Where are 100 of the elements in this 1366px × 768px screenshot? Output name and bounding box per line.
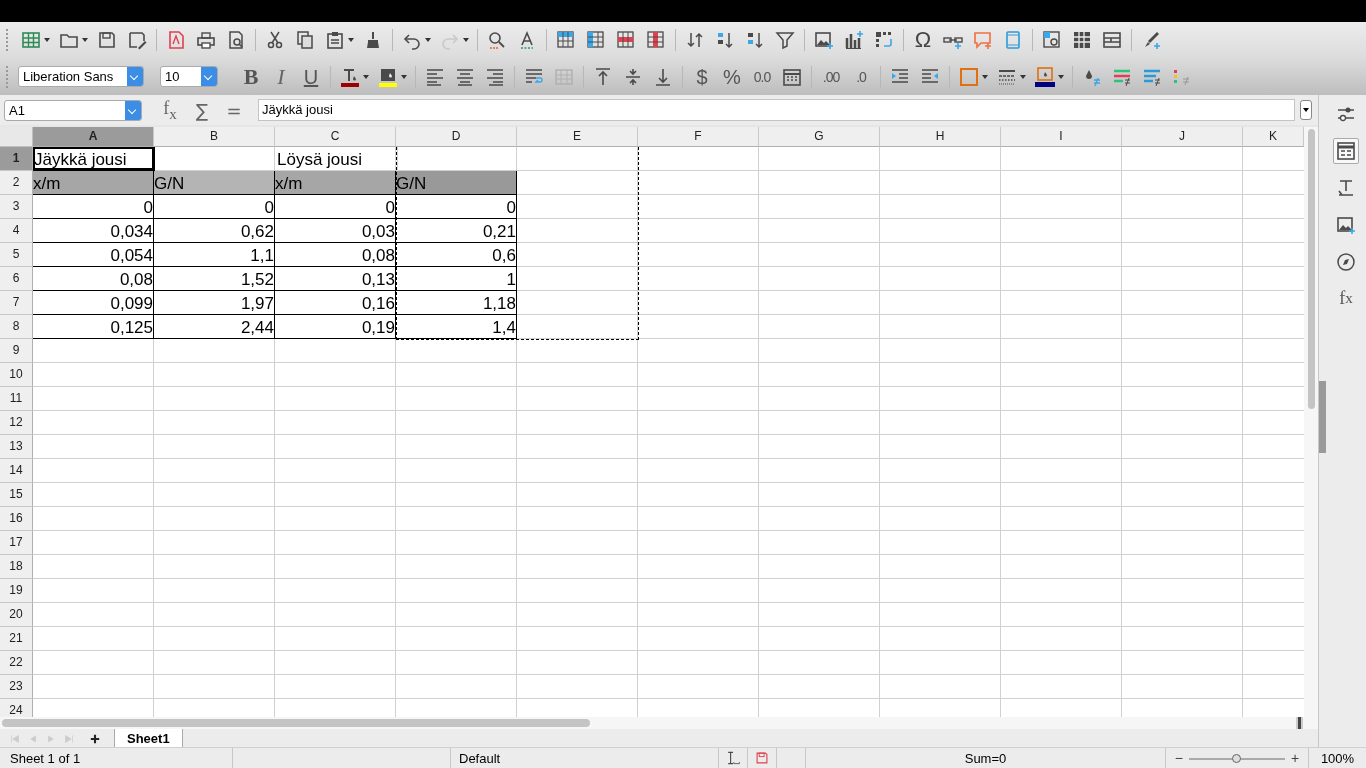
caret-icon[interactable] [44, 38, 50, 42]
special-character-button[interactable]: Ω [913, 28, 933, 52]
document-modified-icon[interactable] [755, 751, 769, 765]
row-header[interactable]: 3 [0, 195, 33, 219]
row-header[interactable]: 4 [0, 219, 33, 243]
caret-icon[interactable] [982, 74, 988, 79]
sort-descending-icon[interactable] [745, 30, 765, 50]
image-icon[interactable] [814, 30, 834, 50]
number-format-button[interactable]: 0.0 [752, 64, 772, 89]
save-icon[interactable] [97, 30, 117, 50]
font-name-field[interactable]: Liberation Sans [18, 66, 144, 87]
column-header[interactable]: B [154, 127, 275, 147]
font-color-icon[interactable] [340, 66, 360, 87]
pivot-table-icon[interactable] [874, 30, 894, 50]
column-header[interactable]: F [638, 127, 759, 147]
row-header[interactable]: 17 [0, 531, 33, 555]
calendar-icon[interactable] [782, 66, 802, 87]
column-header[interactable]: G [759, 127, 880, 147]
sheet-tab[interactable]: Sheet1 [114, 729, 183, 749]
column-header[interactable]: I [1001, 127, 1122, 147]
row-header[interactable]: 16 [0, 507, 33, 531]
sidebar-handle[interactable] [1319, 381, 1326, 453]
zoom-out-button[interactable]: − [1172, 750, 1185, 766]
row-header[interactable]: 24 [0, 699, 33, 717]
filter-icon[interactable] [775, 30, 795, 50]
zoom-slider-thumb[interactable] [1232, 753, 1241, 763]
caret-icon[interactable] [363, 74, 369, 79]
column-header[interactable]: K [1243, 127, 1304, 147]
bold-button[interactable]: B [241, 64, 261, 89]
row-header[interactable]: 1 [0, 147, 33, 171]
row-header[interactable]: 8 [0, 315, 33, 339]
column-header[interactable]: A [33, 127, 154, 147]
caret-icon[interactable] [1058, 74, 1064, 79]
caret-icon[interactable] [82, 38, 88, 42]
row-header[interactable]: 21 [0, 627, 33, 651]
vertical-scrollbar[interactable] [1304, 127, 1318, 717]
zoom-percent[interactable]: 100% [1309, 748, 1366, 768]
align-bottom-icon[interactable] [653, 66, 673, 87]
styles-icon[interactable] [1333, 138, 1359, 164]
delete-row-icon[interactable] [616, 30, 636, 50]
scissors-icon[interactable] [265, 30, 285, 50]
delete-column-icon[interactable] [646, 30, 666, 50]
row-header[interactable]: 12 [0, 411, 33, 435]
column-header[interactable]: E [517, 127, 638, 147]
font-size-field[interactable]: 10 [160, 66, 218, 87]
row-header[interactable]: 19 [0, 579, 33, 603]
row-header[interactable]: 13 [0, 435, 33, 459]
formula-input[interactable]: Jäykkä jousi [258, 99, 1295, 121]
italic-button[interactable]: I [271, 64, 291, 89]
save-as-icon[interactable] [127, 30, 147, 50]
row-header[interactable]: 20 [0, 603, 33, 627]
align-middle-icon[interactable] [623, 66, 643, 87]
column-header[interactable]: H [880, 127, 1001, 147]
function-wizard-button[interactable]: f$_{x}$ [160, 97, 180, 123]
row-header[interactable]: 5 [0, 243, 33, 267]
sum-button[interactable]: ∑ [192, 99, 212, 121]
printer-icon[interactable] [196, 30, 216, 50]
align-right-icon[interactable] [485, 66, 505, 87]
column-header[interactable]: C [275, 127, 396, 147]
insert-mode-icon[interactable] [725, 750, 741, 766]
border-color-icon[interactable] [1035, 66, 1055, 87]
row-header[interactable]: 9 [0, 339, 33, 363]
insert-row-icon[interactable] [556, 30, 576, 50]
merge-cells-icon[interactable] [554, 66, 574, 87]
row-header[interactable]: 10 [0, 363, 33, 387]
copy-icon[interactable] [295, 30, 315, 50]
align-left-icon[interactable] [425, 66, 445, 87]
row-header[interactable]: 11 [0, 387, 33, 411]
row-header[interactable]: 23 [0, 675, 33, 699]
chart-icon[interactable] [844, 30, 864, 50]
add-decimal-button[interactable]: .00 [821, 64, 841, 89]
clipboard-icon[interactable] [325, 30, 345, 50]
row-header[interactable]: 2 [0, 171, 33, 195]
grid-icon[interactable] [1072, 30, 1092, 50]
insert-column-icon[interactable] [586, 30, 606, 50]
search-icon[interactable] [487, 30, 507, 50]
column-header[interactable]: J [1122, 127, 1243, 147]
underline-button[interactable]: U [301, 64, 321, 89]
zoom-in-button[interactable]: + [1289, 750, 1302, 766]
split-window-icon[interactable] [1102, 30, 1122, 50]
caret-icon[interactable] [401, 74, 407, 79]
print-range-icon[interactable] [1042, 30, 1062, 50]
sort-icon[interactable] [685, 30, 705, 50]
row-header[interactable]: 18 [0, 555, 33, 579]
expand-icon[interactable] [1300, 100, 1312, 120]
formula-button[interactable]: = [224, 99, 244, 121]
highlight-color-icon[interactable] [378, 66, 398, 87]
print-preview-icon[interactable] [226, 30, 246, 50]
row-header[interactable]: 6 [0, 267, 33, 291]
caret-icon[interactable] [425, 38, 431, 42]
caret-icon[interactable] [1020, 74, 1026, 79]
row-header[interactable]: 15 [0, 483, 33, 507]
align-top-icon[interactable] [593, 66, 613, 87]
pdf-icon[interactable] [166, 30, 186, 50]
column-header[interactable]: D [396, 127, 517, 147]
align-center-icon[interactable] [455, 66, 475, 87]
name-box[interactable]: A1 [4, 99, 142, 121]
currency-button[interactable]: $ [692, 64, 712, 89]
delete-decimal-button[interactable]: .0 [851, 64, 871, 89]
row-header[interactable]: 14 [0, 459, 33, 483]
